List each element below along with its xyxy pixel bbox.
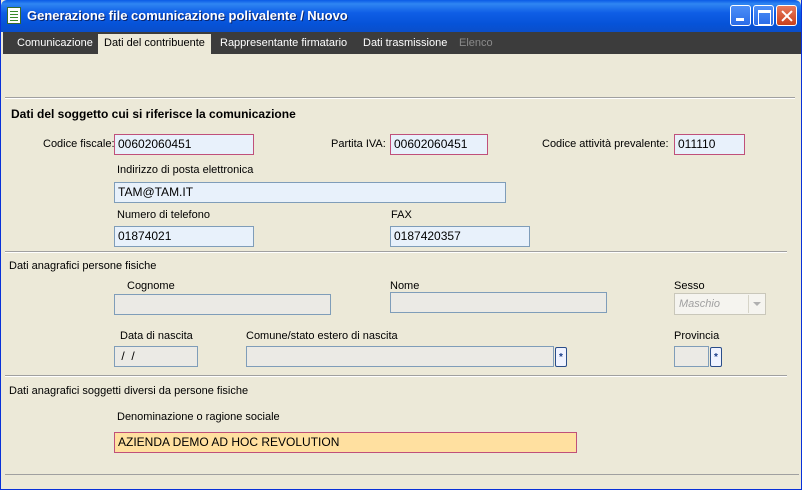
fax-label: FAX xyxy=(391,209,412,221)
email-label: Indirizzo di posta elettronica xyxy=(117,164,254,176)
title-bar[interactable]: Generazione file comunicazione polivalen… xyxy=(1,0,801,32)
section-title-diversi: Dati anagrafici soggetti diversi da pers… xyxy=(9,385,249,397)
comune-nascita-field[interactable] xyxy=(246,346,554,367)
telefono-label: Numero di telefono xyxy=(117,209,210,221)
section-divider-2 xyxy=(5,375,787,377)
codice-attivita-label: Codice attività prevalente: xyxy=(542,138,669,150)
chevron-down-icon[interactable] xyxy=(748,295,764,313)
codice-fiscale-field[interactable]: 00602060451 xyxy=(114,134,254,155)
fax-field[interactable]: 0187420357 xyxy=(390,226,530,247)
partita-iva-field[interactable]: 00602060451 xyxy=(390,134,488,155)
main-window: Generazione file comunicazione polivalen… xyxy=(0,0,802,490)
maximize-button[interactable] xyxy=(753,5,774,26)
sesso-select[interactable]: Maschio xyxy=(674,293,766,315)
sesso-label: Sesso xyxy=(674,280,705,292)
data-nascita-label: Data di nascita xyxy=(120,330,193,342)
close-button[interactable] xyxy=(776,5,797,26)
minimize-button[interactable] xyxy=(730,5,751,26)
bottom-border xyxy=(5,474,799,475)
provincia-field[interactable] xyxy=(674,346,709,367)
comune-nascita-label: Comune/stato estero di nascita xyxy=(246,330,398,342)
tab-dati-trasmissione[interactable]: Dati trasmissione xyxy=(357,34,453,54)
section-divider-1 xyxy=(5,251,787,253)
telefono-field[interactable]: 01874021 xyxy=(114,226,254,247)
tab-dati-contribuente[interactable]: Dati del contribuente xyxy=(98,34,211,54)
cognome-label: Cognome xyxy=(127,280,175,292)
denominazione-field[interactable]: AZIENDA DEMO AD HOC REVOLUTION xyxy=(114,432,577,453)
tab-elenco: Elenco xyxy=(459,37,493,49)
sesso-value: Maschio xyxy=(679,298,720,310)
section-title-persone-fisiche: Dati anagrafici persone fisiche xyxy=(9,260,157,272)
provincia-label: Provincia xyxy=(674,330,720,342)
section-title-soggetto: Dati del soggetto cui si riferisce la co… xyxy=(11,107,296,121)
window-title: Generazione file comunicazione polivalen… xyxy=(27,8,348,23)
section-top-divider xyxy=(5,97,795,99)
codice-attivita-field[interactable]: 011110 xyxy=(674,134,745,155)
tab-bar: Comunicazione Dati del contribuente Rapp… xyxy=(3,32,801,54)
data-nascita-field[interactable]: / / xyxy=(114,346,198,367)
tab-rappresentante-firmatario[interactable]: Rappresentante firmatario xyxy=(214,34,353,54)
document-icon xyxy=(7,7,21,24)
tab-comunicazione[interactable]: Comunicazione xyxy=(11,34,99,54)
nome-field[interactable] xyxy=(390,292,607,313)
provincia-zoom-button[interactable]: * xyxy=(710,347,722,367)
cognome-field[interactable] xyxy=(114,294,331,315)
email-field[interactable]: TAM@TAM.IT xyxy=(114,182,506,203)
denominazione-label: Denominazione o ragione sociale xyxy=(117,411,280,423)
partita-iva-label: Partita IVA: xyxy=(331,138,386,150)
codice-fiscale-label: Codice fiscale: xyxy=(43,138,115,150)
nome-label: Nome xyxy=(390,280,420,292)
comune-zoom-button[interactable]: * xyxy=(555,347,567,367)
